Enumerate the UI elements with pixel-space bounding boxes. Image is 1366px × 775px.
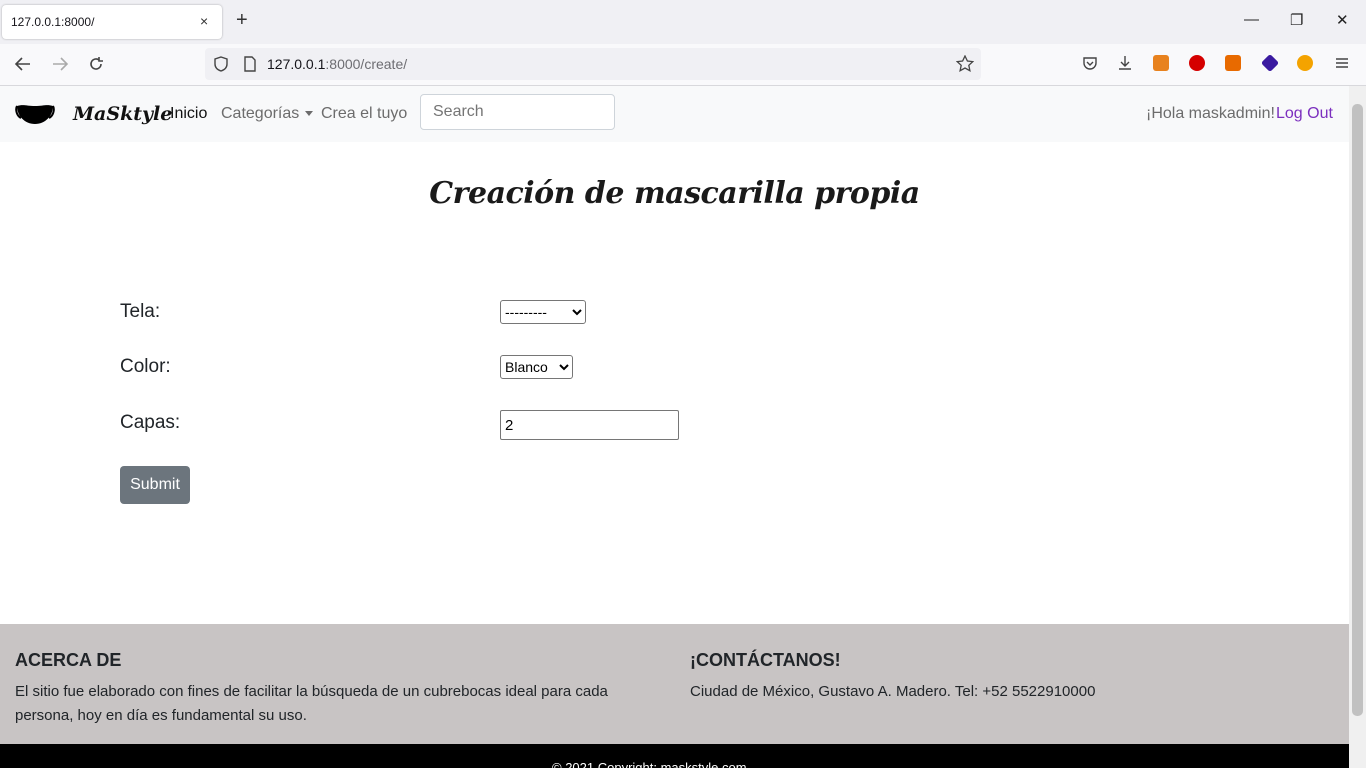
mask-logo-icon[interactable] (15, 100, 55, 128)
forward-icon[interactable] (51, 56, 69, 72)
nav-categorias-label: Categorías (221, 105, 300, 122)
search-input[interactable] (420, 94, 615, 130)
color-label: Color: (120, 356, 171, 377)
capas-number-input[interactable] (500, 410, 679, 440)
browser-toolbar: 127.0.0.1:8000/create/ (0, 44, 1366, 86)
shield-icon[interactable] (213, 56, 229, 72)
chevron-down-icon (305, 111, 314, 117)
close-window-icon[interactable]: ✕ (1336, 11, 1349, 29)
brand-name[interactable]: MaSktyle (73, 103, 172, 125)
site-navbar: MaSktyle Inicio Categorías Crea el tuyo … (0, 86, 1349, 142)
extension-blocker-icon[interactable] (1297, 55, 1313, 71)
new-tab-icon[interactable]: + (236, 9, 248, 32)
capas-label: Capas: (120, 412, 181, 433)
footer-copyright-bar: © 2021 Copyright: maskstyle.com (0, 744, 1349, 775)
tela-label: Tela: (120, 301, 161, 322)
nav-crea-link[interactable]: Crea el tuyo (321, 105, 407, 123)
submit-button[interactable]: Submit (120, 466, 190, 504)
color-select[interactable]: Blanco (500, 355, 573, 379)
extension-diamond-icon[interactable] (1260, 53, 1280, 73)
page-title: Creación de mascarilla propia (429, 176, 920, 211)
user-greeting: ¡Hola maskadmin! (1146, 105, 1275, 122)
restore-icon[interactable]: ❐ (1290, 11, 1303, 29)
url-bar[interactable]: 127.0.0.1:8000/create/ (205, 48, 981, 80)
footer: ACERCA DE El sitio fue elaborado con fin… (0, 624, 1349, 744)
nav-inicio-link[interactable]: Inicio (170, 105, 207, 123)
minimize-icon[interactable]: — (1244, 11, 1259, 28)
footer-contact-text: Ciudad de México, Gustavo A. Madero. Tel… (690, 683, 1096, 700)
bookmark-star-icon[interactable] (956, 55, 974, 73)
tab-title: 127.0.0.1:8000/ (11, 15, 95, 29)
metamask-icon[interactable] (1153, 55, 1169, 71)
reload-icon[interactable] (87, 55, 105, 73)
footer-contact-title: ¡CONTÁCTANOS! (690, 650, 841, 670)
page-icon (244, 56, 256, 72)
sc-extension-icon[interactable] (1225, 55, 1241, 71)
ublock-icon[interactable] (1189, 55, 1205, 71)
browser-tab[interactable]: 127.0.0.1:8000/ × (2, 5, 222, 39)
back-icon[interactable] (14, 56, 32, 72)
download-icon[interactable] (1117, 55, 1133, 71)
pocket-icon[interactable] (1082, 55, 1098, 71)
url-text[interactable]: 127.0.0.1:8000/create/ (267, 56, 407, 72)
tela-select[interactable]: --------- (500, 300, 586, 324)
footer-about-title: ACERCA DE (15, 650, 122, 670)
logout-link[interactable]: Log Out (1276, 105, 1333, 123)
scrollbar-thumb[interactable] (1352, 104, 1363, 716)
browser-tab-bar: 127.0.0.1:8000/ × + — ❐ ✕ (0, 0, 1366, 44)
footer-about-text: El sitio fue elaborado con fines de faci… (15, 683, 608, 724)
menu-icon[interactable] (1334, 55, 1350, 71)
tab-close-icon[interactable]: × (200, 13, 208, 29)
nav-categorias-dropdown[interactable]: Categorías (221, 105, 314, 123)
